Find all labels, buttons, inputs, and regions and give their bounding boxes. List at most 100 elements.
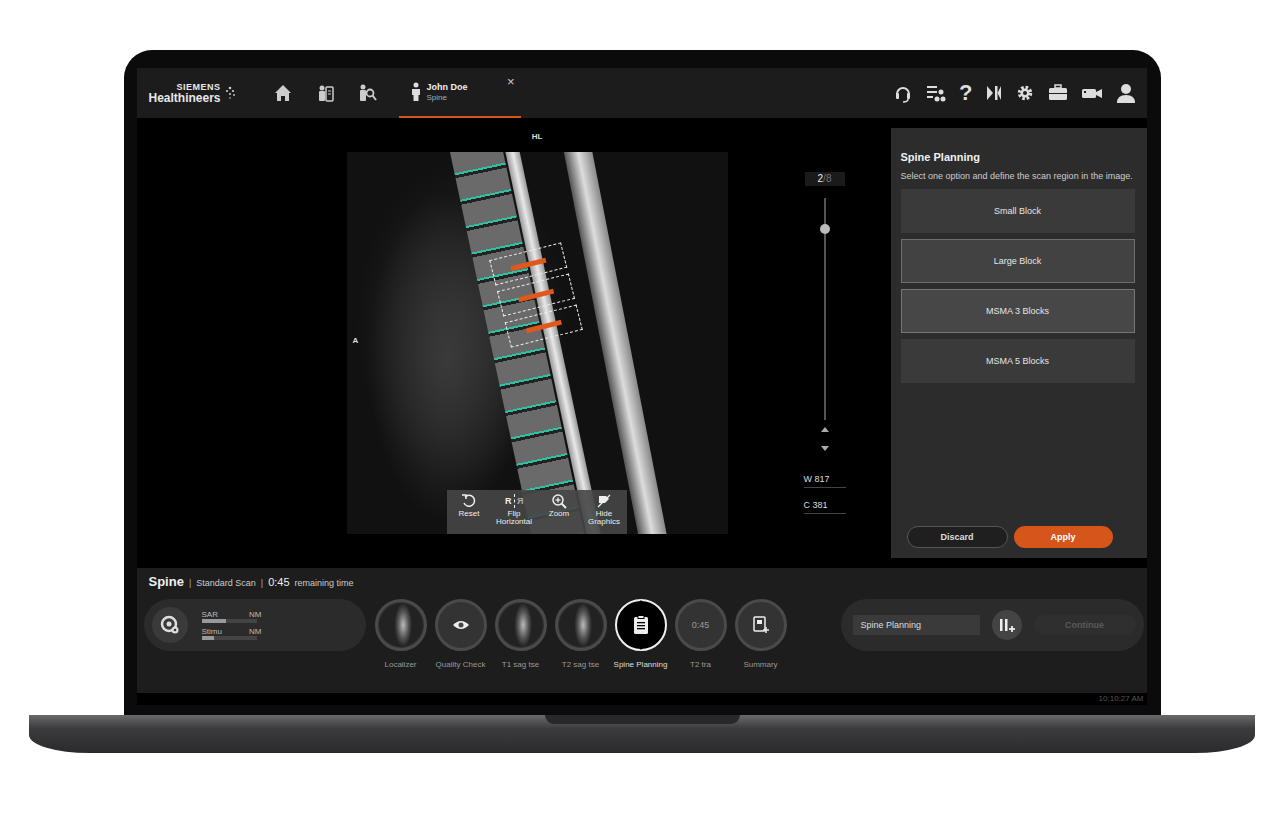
slice-slider-knob[interactable] (820, 224, 830, 234)
option-button[interactable]: Small Block (901, 189, 1135, 233)
window-center-label: C (804, 500, 811, 510)
user-icon[interactable] (1115, 82, 1137, 104)
close-tab-button[interactable]: × (507, 74, 515, 89)
workflow-step[interactable]: T1 sag tse (491, 599, 551, 669)
step-circle[interactable] (435, 599, 487, 651)
step-circle[interactable] (555, 599, 607, 651)
step-label: Quality Check (436, 660, 486, 669)
status-line: Spine|Standard Scan|0:45remaining time (144, 574, 1144, 589)
slice-slider[interactable] (824, 198, 826, 420)
option-list: Small Block Large Block MSMA 3 Blocks MSMA … (901, 189, 1135, 383)
brand-text: SIEMENSHealthineers (149, 83, 221, 104)
camera-icon[interactable] (1081, 83, 1103, 103)
laptop: SIEMENSHealthineersJohn DoeSpine×?HLARes… (29, 50, 1255, 814)
window-center-value: 381 (813, 500, 828, 510)
step-circle[interactable] (735, 599, 787, 651)
step-label: Spine Planning (614, 660, 668, 669)
pause-add-icon (998, 617, 1016, 633)
disc-marker (525, 319, 561, 333)
step-circle[interactable] (375, 599, 427, 651)
option-button[interactable]: MSMA 3 Blocks (901, 289, 1135, 333)
workflow-step[interactable]: 0:45T2 tra (671, 599, 731, 669)
reset-icon (461, 493, 477, 509)
planning-panel: Spine Planning Select one option and defi… (891, 128, 1147, 558)
option-button[interactable]: Large Block (901, 239, 1135, 283)
headset-icon[interactable] (893, 83, 913, 103)
summary-icon (752, 616, 770, 634)
workflow-row: SARNMStimuNMLocalizerQuality CheckT1 sag… (144, 599, 1144, 669)
patients-icon[interactable] (315, 83, 335, 103)
zoom-icon (551, 493, 567, 509)
briefcase-icon[interactable] (1047, 83, 1069, 103)
pause-add-button[interactable] (992, 610, 1022, 640)
screen: SIEMENSHealthineersJohn DoeSpine×?HLARes… (137, 68, 1147, 705)
image-tool-label: Reset (459, 510, 480, 518)
slice-down-icon[interactable] (821, 446, 829, 452)
slice-up-icon[interactable] (821, 426, 829, 432)
brand-line1: SIEMENS (177, 83, 221, 92)
step-list: Localizer Quality Check T1 sag tse T2 sag t… (371, 599, 791, 669)
gear-icon[interactable] (1015, 83, 1035, 103)
slice-current: 2 (818, 173, 824, 184)
step-down-icon (637, 645, 645, 650)
step-label: T2 sag tse (562, 660, 599, 669)
workflow-step[interactable]: Summary (731, 599, 791, 669)
laptop-bezel: SIEMENSHealthineersJohn DoeSpine×?HLARes… (124, 50, 1161, 715)
current-step-field[interactable]: Spine Planning (853, 615, 980, 635)
workflow-bar: Spine|Standard Scan|0:45remaining timeSA… (137, 568, 1147, 693)
status-remaining-label: remaining time (295, 578, 354, 588)
help-button[interactable]: ? (959, 82, 972, 104)
flip-axis (514, 494, 515, 508)
step-circle[interactable]: 0:45 (675, 599, 727, 651)
meter-list: SARNMStimuNM (202, 610, 262, 640)
hide-graphics-icon (596, 493, 612, 509)
window-width[interactable]: W 817 (804, 472, 846, 488)
workflow-step[interactable]: Quality Check (431, 599, 491, 669)
flip-glyph-mirrored: R (517, 496, 524, 506)
person-icon (411, 82, 421, 102)
step-thumbnail (559, 603, 603, 647)
meter-fill (202, 636, 214, 640)
meter-bar (202, 619, 257, 623)
window-center[interactable]: C 381 (804, 498, 846, 514)
image-tool-button[interactable]: RRFlip Horizontal (492, 493, 537, 527)
orientation-left-label: A (353, 336, 359, 345)
image-tool-button[interactable]: Reset (447, 493, 492, 518)
apply-button[interactable]: Apply (1014, 526, 1113, 548)
brand-logo: SIEMENSHealthineers (149, 83, 273, 104)
slice-controls: 2/8W 817C 381 (804, 128, 846, 558)
status-separator: | (261, 578, 263, 588)
step-circle[interactable] (615, 599, 667, 651)
workflow-step[interactable]: Spine Planning (611, 599, 671, 669)
image-tool-button[interactable]: Zoom (537, 493, 582, 518)
step-up-icon (637, 600, 645, 605)
mri-image[interactable]: AResetRRFlip HorizontalZoomHide Graphics (347, 152, 728, 534)
continue-button[interactable]: Continue (1034, 615, 1136, 635)
image-tool-button[interactable]: Hide Graphics (582, 493, 627, 527)
queue-icon[interactable] (925, 83, 947, 103)
meter-labels: StimuNM (202, 627, 262, 636)
panel-title: Spine Planning (901, 151, 1135, 163)
meter-bar (202, 636, 257, 640)
dots-icon (224, 86, 236, 100)
brand-line2: Healthineers (149, 92, 221, 104)
option-button[interactable]: MSMA 5 Blocks (901, 339, 1135, 383)
panel-description: Select one option and define the scan re… (901, 169, 1135, 183)
scanner-status-button[interactable] (152, 607, 188, 643)
discard-button[interactable]: Discard (907, 526, 1008, 548)
meter-value: NM (249, 610, 261, 619)
image-viewer: HLAResetRRFlip HorizontalZoomHide Graphi… (137, 128, 881, 558)
image-tool-label: Flip Horizontal (492, 510, 537, 527)
split-view-icon[interactable] (985, 83, 1003, 103)
workflow-step[interactable]: Localizer (371, 599, 431, 669)
step-actions: Spine Planning Continue (841, 599, 1144, 651)
step-circle[interactable] (495, 599, 547, 651)
planning-block[interactable] (496, 273, 574, 316)
nav (273, 83, 377, 103)
status-separator: | (189, 578, 191, 588)
workflow-step[interactable]: T2 sag tse (551, 599, 611, 669)
patient-search-icon[interactable] (357, 83, 377, 103)
patient-tab[interactable]: John DoeSpine× (399, 68, 521, 118)
home-icon[interactable] (273, 83, 293, 103)
status-exam: Spine (149, 574, 184, 589)
